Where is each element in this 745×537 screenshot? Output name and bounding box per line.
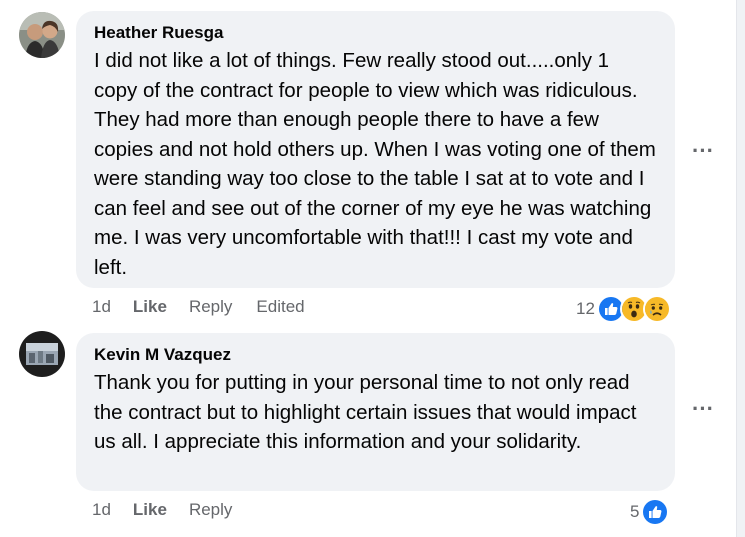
more-options-icon[interactable]: ··· bbox=[692, 398, 714, 420]
edited-label[interactable]: Edited bbox=[256, 297, 304, 317]
comment-bubble: Heather Ruesga I did not like a lot of t… bbox=[76, 11, 675, 288]
like-icon bbox=[641, 498, 670, 526]
reaction-count: 12 bbox=[576, 299, 595, 318]
reaction-summary[interactable]: 12 bbox=[576, 295, 671, 323]
reply-button[interactable]: Reply bbox=[189, 500, 232, 520]
comment-text: Thank you for putting in your personal t… bbox=[94, 371, 637, 453]
comment-text: I did not like a lot of things. Few real… bbox=[94, 49, 656, 279]
comment-author[interactable]: Heather Ruesga bbox=[94, 21, 657, 45]
comment-timestamp[interactable]: 1d bbox=[92, 297, 111, 317]
reaction-summary[interactable]: 5 bbox=[630, 498, 670, 526]
reaction-count: 5 bbox=[630, 502, 640, 521]
more-options-icon[interactable]: ··· bbox=[692, 140, 714, 162]
comment-bubble: Kevin M Vazquez Thank you for putting in… bbox=[76, 333, 675, 491]
comment-author[interactable]: Kevin M Vazquez bbox=[94, 343, 657, 367]
like-button[interactable]: Like bbox=[133, 297, 167, 317]
avatar[interactable] bbox=[19, 331, 65, 377]
right-edge-panel bbox=[736, 0, 745, 537]
reply-button[interactable]: Reply bbox=[189, 297, 232, 317]
sad-icon bbox=[642, 295, 671, 323]
comment-actions: 1d Like Reply Edited bbox=[92, 297, 327, 317]
comment-timestamp[interactable]: 1d bbox=[92, 500, 111, 520]
like-button[interactable]: Like bbox=[133, 500, 167, 520]
avatar[interactable] bbox=[19, 12, 65, 58]
comment-actions: 1d Like Reply bbox=[92, 500, 254, 520]
